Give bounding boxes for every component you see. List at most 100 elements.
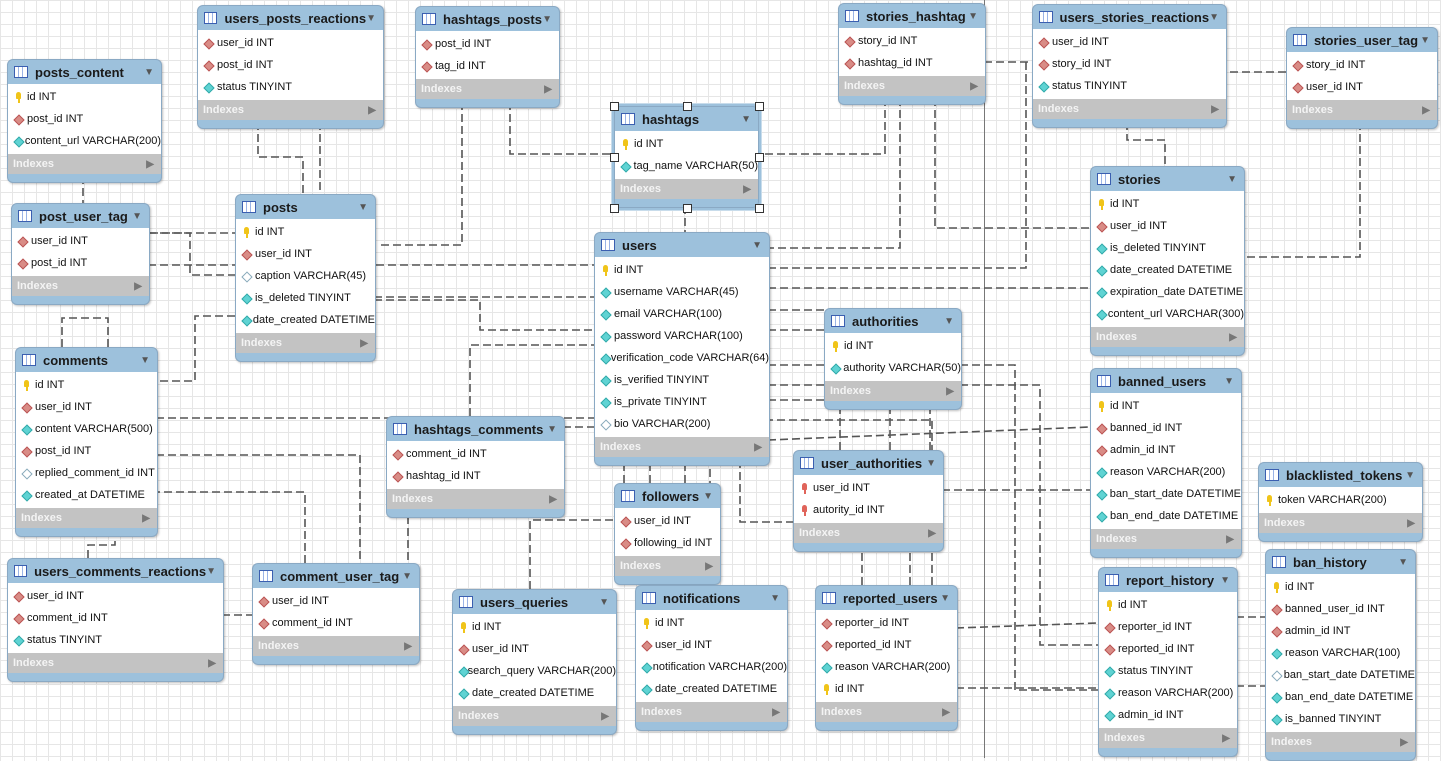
expand-arrow-icon[interactable]: ▶ bbox=[970, 81, 978, 92]
table-report-history[interactable]: report_history ▼ id INT reporter_id INT repo… bbox=[1098, 567, 1238, 757]
indexes-section[interactable]: Indexes ▶ bbox=[1091, 529, 1241, 549]
table-header[interactable]: users_posts_reactions ▼ bbox=[198, 6, 383, 30]
expand-arrow-icon[interactable]: ▶ bbox=[743, 184, 751, 195]
table-header[interactable]: users ▼ bbox=[595, 233, 769, 257]
column-row[interactable]: banned_id INT bbox=[1091, 417, 1241, 439]
table-header[interactable]: posts_content ▼ bbox=[8, 60, 161, 84]
column-row[interactable]: password VARCHAR(100) bbox=[595, 325, 769, 347]
table-comments[interactable]: comments ▼ id INT user_id INT content VARCHA… bbox=[15, 347, 158, 537]
table-header[interactable]: report_history ▼ bbox=[1099, 568, 1237, 592]
collapse-triangle-icon[interactable]: ▼ bbox=[144, 67, 154, 78]
column-row[interactable]: reason VARCHAR(200) bbox=[1091, 461, 1241, 483]
column-row[interactable]: user_id INT bbox=[16, 396, 157, 418]
collapse-triangle-icon[interactable]: ▼ bbox=[1224, 376, 1234, 387]
column-row[interactable]: caption VARCHAR(45) bbox=[236, 265, 375, 287]
table-hashtags-posts[interactable]: hashtags_posts ▼ post_id INT tag_id INT Inde… bbox=[415, 6, 560, 108]
collapse-triangle-icon[interactable]: ▼ bbox=[366, 13, 376, 24]
expand-arrow-icon[interactable]: ▶ bbox=[1400, 737, 1408, 748]
resize-handle[interactable] bbox=[610, 153, 619, 162]
column-row[interactable]: post_id INT bbox=[416, 33, 559, 55]
relationship-line[interactable] bbox=[768, 98, 901, 249]
collapse-triangle-icon[interactable]: ▼ bbox=[1227, 174, 1237, 185]
collapse-triangle-icon[interactable]: ▼ bbox=[358, 202, 368, 213]
column-row[interactable]: ban_start_date DATETIME bbox=[1091, 483, 1241, 505]
expand-arrow-icon[interactable]: ▶ bbox=[1211, 104, 1219, 115]
column-row[interactable]: post_id INT bbox=[8, 108, 161, 130]
relationship-line[interactable] bbox=[257, 122, 304, 194]
column-row[interactable]: hashtag_id INT bbox=[839, 52, 985, 74]
column-row[interactable]: date_created DATETIME bbox=[236, 309, 375, 331]
column-row[interactable]: expiration_date DATETIME bbox=[1091, 281, 1244, 303]
column-row[interactable]: autority_id INT bbox=[794, 499, 943, 521]
table-stories-user-tag[interactable]: stories_user_tag ▼ story_id INT user_id INT… bbox=[1286, 27, 1438, 129]
table-hashtags[interactable]: hashtags ▼ id INT tag_name VARCHAR(50) Index… bbox=[612, 104, 761, 210]
resize-handle[interactable] bbox=[610, 204, 619, 213]
column-row[interactable]: date_created DATETIME bbox=[453, 682, 616, 704]
column-row[interactable]: id INT bbox=[1266, 576, 1415, 598]
expand-arrow-icon[interactable]: ▶ bbox=[1222, 733, 1230, 744]
expand-arrow-icon[interactable]: ▶ bbox=[705, 561, 713, 572]
column-row[interactable]: id INT bbox=[1091, 395, 1241, 417]
table-header[interactable]: post_user_tag ▼ bbox=[12, 204, 149, 228]
relationship-line[interactable] bbox=[150, 232, 235, 276]
relationship-line[interactable] bbox=[529, 519, 614, 589]
column-row[interactable]: is_verified TINYINT bbox=[595, 369, 769, 391]
column-row[interactable]: search_query VARCHAR(200) bbox=[453, 660, 616, 682]
column-row[interactable]: admin_id INT bbox=[1091, 439, 1241, 461]
indexes-section[interactable]: Indexes ▶ bbox=[1287, 100, 1437, 120]
table-header[interactable]: user_authorities ▼ bbox=[794, 451, 943, 475]
indexes-section[interactable]: Indexes ▶ bbox=[198, 100, 383, 120]
table-header[interactable]: users_queries ▼ bbox=[453, 590, 616, 614]
table-header[interactable]: hashtags_comments ▼ bbox=[387, 417, 564, 441]
column-row[interactable]: comment_id INT bbox=[8, 607, 223, 629]
column-row[interactable]: post_id INT bbox=[16, 440, 157, 462]
collapse-triangle-icon[interactable]: ▼ bbox=[132, 211, 142, 222]
expand-arrow-icon[interactable]: ▶ bbox=[142, 513, 150, 524]
column-row[interactable]: reported_id INT bbox=[816, 634, 957, 656]
expand-arrow-icon[interactable]: ▶ bbox=[404, 641, 412, 652]
indexes-section[interactable]: Indexes ▶ bbox=[1259, 513, 1422, 533]
table-banned-users[interactable]: banned_users ▼ id INT banned_id INT admin_id… bbox=[1090, 368, 1242, 558]
column-row[interactable]: user_id INT bbox=[1287, 76, 1437, 98]
indexes-section[interactable]: Indexes ▶ bbox=[1099, 728, 1237, 748]
indexes-section[interactable]: Indexes ▶ bbox=[595, 437, 769, 457]
table-comment-user-tag[interactable]: comment_user_tag ▼ user_id INT comment_id I… bbox=[252, 563, 420, 665]
table-header[interactable]: ban_history ▼ bbox=[1266, 550, 1415, 574]
column-row[interactable]: id INT bbox=[16, 374, 157, 396]
resize-handle[interactable] bbox=[755, 204, 764, 213]
column-row[interactable]: notification VARCHAR(200) bbox=[636, 656, 787, 678]
collapse-triangle-icon[interactable]: ▼ bbox=[547, 424, 557, 435]
table-header[interactable]: stories ▼ bbox=[1091, 167, 1244, 191]
table-header[interactable]: followers ▼ bbox=[615, 484, 720, 508]
expand-arrow-icon[interactable]: ▶ bbox=[134, 281, 142, 292]
relationship-line[interactable] bbox=[156, 454, 361, 563]
column-row[interactable]: user_id INT bbox=[12, 230, 149, 252]
table-user-authorities[interactable]: user_authorities ▼ user_id INT autority_id … bbox=[793, 450, 944, 552]
column-row[interactable]: following_id INT bbox=[615, 532, 720, 554]
column-row[interactable]: banned_user_id INT bbox=[1266, 598, 1415, 620]
table-header[interactable]: comments ▼ bbox=[16, 348, 157, 372]
indexes-section[interactable]: Indexes ▶ bbox=[16, 508, 157, 528]
column-row[interactable]: authority VARCHAR(50) bbox=[825, 357, 961, 379]
indexes-section[interactable]: Indexes ▶ bbox=[1091, 327, 1244, 347]
indexes-section[interactable]: Indexes ▶ bbox=[12, 276, 149, 296]
collapse-triangle-icon[interactable]: ▼ bbox=[926, 458, 936, 469]
table-header[interactable]: posts ▼ bbox=[236, 195, 375, 219]
expand-arrow-icon[interactable]: ▶ bbox=[946, 386, 954, 397]
relationship-line[interactable] bbox=[767, 426, 1091, 441]
expand-arrow-icon[interactable]: ▶ bbox=[146, 159, 154, 170]
indexes-section[interactable]: Indexes ▶ bbox=[615, 179, 758, 199]
collapse-triangle-icon[interactable]: ▼ bbox=[944, 316, 954, 327]
expand-arrow-icon[interactable]: ▶ bbox=[928, 528, 936, 539]
indexes-section[interactable]: Indexes ▶ bbox=[253, 636, 419, 656]
column-row[interactable]: created_at DATETIME bbox=[16, 484, 157, 506]
table-stories[interactable]: stories ▼ id INT user_id INT is_deleted TINY… bbox=[1090, 166, 1245, 356]
relationship-line[interactable] bbox=[374, 299, 594, 331]
resize-handle[interactable] bbox=[682, 102, 692, 111]
column-row[interactable]: id INT bbox=[595, 259, 769, 281]
column-row[interactable]: date_created DATETIME bbox=[636, 678, 787, 700]
expand-arrow-icon[interactable]: ▶ bbox=[208, 658, 216, 669]
column-row[interactable]: username VARCHAR(45) bbox=[595, 281, 769, 303]
column-row[interactable]: id INT bbox=[816, 678, 957, 700]
column-row[interactable]: hashtag_id INT bbox=[387, 465, 564, 487]
